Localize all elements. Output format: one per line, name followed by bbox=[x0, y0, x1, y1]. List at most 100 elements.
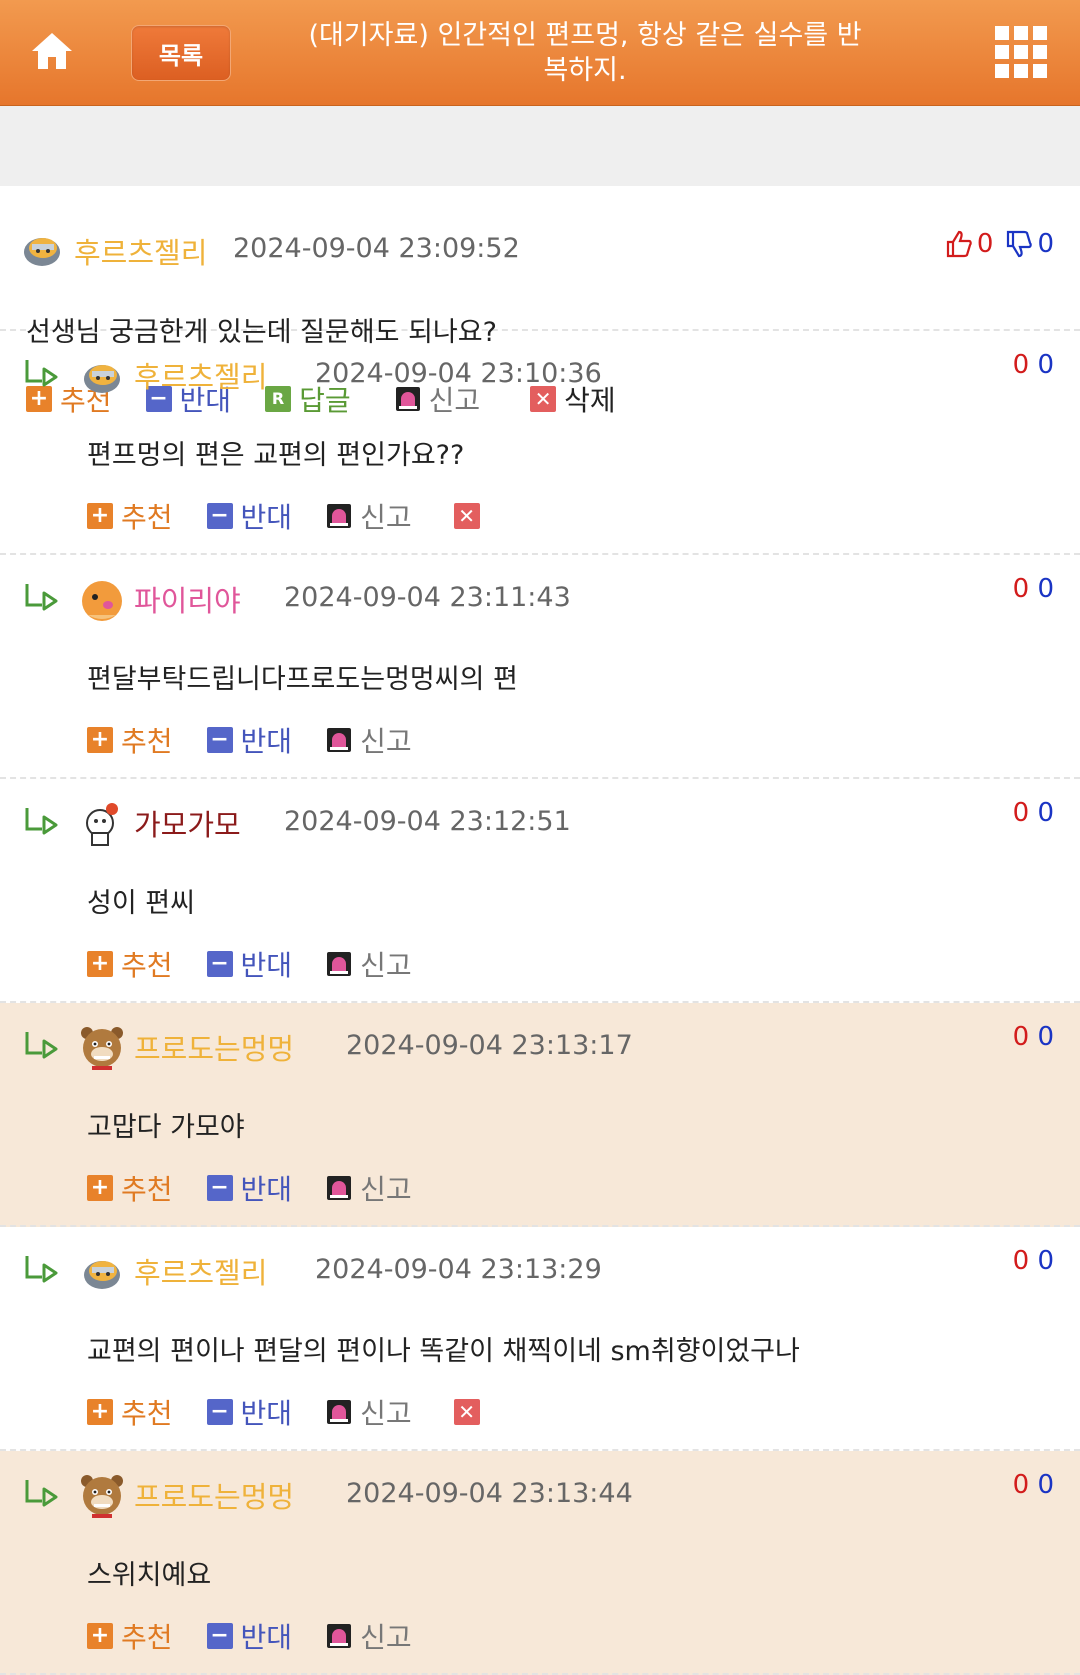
up-count[interactable]: 0 bbox=[1013, 798, 1030, 828]
siren-icon bbox=[327, 952, 352, 976]
comment-nick[interactable]: 프로도는멍멍 bbox=[134, 1474, 294, 1516]
comment-nick[interactable]: 가모가모 bbox=[134, 802, 241, 844]
post-nick[interactable]: 후르츠젤리 bbox=[74, 230, 207, 272]
list-button[interactable]: 목록 bbox=[131, 25, 231, 81]
comment-actions: + 추천 − 반대 신고 ✕ bbox=[87, 496, 522, 536]
comment-item: 프로도는멍멍 2024-09-04 23:13:17 0 0 고맙다 가모야 +… bbox=[0, 1003, 1080, 1227]
comment-date: 2024-09-04 23:13:44 bbox=[346, 1478, 633, 1509]
comment-nick[interactable]: 파이리야 bbox=[134, 578, 241, 620]
comment-body: 편프멍의 편은 교편의 편인가요?? bbox=[87, 440, 465, 471]
down-count[interactable]: 0 bbox=[1037, 1022, 1054, 1052]
report-button[interactable]: 신고 bbox=[326, 496, 412, 536]
comment-votes: 0 0 bbox=[1013, 1022, 1054, 1052]
oppose-button[interactable]: − 반대 bbox=[206, 1392, 293, 1432]
delete-button[interactable]: ✕ bbox=[453, 1399, 488, 1425]
recommend-button[interactable]: + 추천 bbox=[87, 496, 173, 536]
reply-arrow-icon bbox=[25, 584, 58, 611]
siren-icon bbox=[327, 1624, 352, 1648]
report-label: 신고 bbox=[360, 1621, 412, 1654]
oppose-label: 반대 bbox=[240, 1397, 293, 1430]
minus-icon: − bbox=[206, 951, 233, 977]
minus-icon: − bbox=[206, 727, 233, 753]
thumbs-down-icon[interactable] bbox=[1005, 229, 1033, 259]
post-meta-bar bbox=[0, 106, 1080, 186]
comment-body: 스위치예요 bbox=[87, 1560, 212, 1591]
plus-icon: + bbox=[87, 503, 113, 529]
post: 후르츠젤리 2024-09-04 23:09:52 0 0 선생님 궁금한게 있… bbox=[0, 106, 1080, 417]
report-button[interactable]: 신고 bbox=[326, 1392, 412, 1432]
recommend-label: 추천 bbox=[121, 501, 173, 534]
comment-votes: 0 0 bbox=[1013, 1246, 1054, 1276]
recommend-button[interactable]: + 추천 bbox=[87, 944, 173, 984]
grid-menu-icon[interactable] bbox=[995, 26, 1047, 78]
up-count[interactable]: 0 bbox=[1013, 1470, 1030, 1500]
oppose-button[interactable]: − 반대 bbox=[206, 496, 293, 536]
avatar bbox=[81, 1027, 123, 1070]
comment-actions: + 추천 − 반대 신고 bbox=[87, 1616, 454, 1656]
comment-nick[interactable]: 후르츠젤리 bbox=[134, 1250, 267, 1292]
recommend-button[interactable]: + 추천 bbox=[87, 720, 173, 760]
comment-date: 2024-09-04 23:13:29 bbox=[315, 1254, 602, 1285]
delete-button[interactable]: ✕ bbox=[453, 503, 488, 529]
reply-arrow-icon bbox=[25, 1480, 58, 1507]
down-count: 0 bbox=[1037, 229, 1054, 259]
up-count[interactable]: 0 bbox=[1013, 350, 1030, 380]
siren-icon bbox=[327, 728, 352, 752]
recommend-label: 추천 bbox=[121, 1397, 173, 1430]
reply-arrow-icon bbox=[25, 1032, 58, 1059]
comment-actions: + 추천 − 반대 신고 ✕ bbox=[87, 1392, 522, 1432]
comment-item: 후르츠젤리 2024-09-04 23:10:36 0 0 편프멍의 편은 교편… bbox=[0, 331, 1080, 555]
comment-votes: 0 0 bbox=[1013, 350, 1054, 380]
down-count[interactable]: 0 bbox=[1037, 574, 1054, 604]
oppose-button[interactable]: − 반대 bbox=[206, 944, 292, 984]
avatar bbox=[84, 1261, 120, 1289]
oppose-button[interactable]: − 반대 bbox=[206, 1616, 292, 1656]
comment-nick[interactable]: 프로도는멍멍 bbox=[134, 1026, 294, 1068]
avatar bbox=[86, 803, 118, 846]
comment-nick[interactable]: 후르츠젤리 bbox=[134, 354, 267, 396]
report-button[interactable]: 신고 bbox=[326, 720, 412, 760]
oppose-button[interactable]: − 반대 bbox=[206, 1168, 293, 1208]
delete-x-icon: ✕ bbox=[453, 503, 480, 529]
avatar bbox=[82, 581, 122, 621]
comment-item: 후르츠젤리 2024-09-04 23:13:29 0 0 교편의 편이나 편달… bbox=[0, 1227, 1080, 1451]
comment-votes: 0 0 bbox=[1013, 798, 1054, 828]
recommend-button[interactable]: + 추천 bbox=[87, 1168, 173, 1208]
reply-arrow-icon bbox=[25, 1256, 58, 1283]
oppose-button[interactable]: − 반대 bbox=[206, 720, 293, 760]
report-button[interactable]: 신고 bbox=[326, 1616, 412, 1656]
thumbs-up-icon[interactable] bbox=[945, 229, 973, 259]
comment-date: 2024-09-04 23:13:17 bbox=[346, 1030, 633, 1061]
down-count[interactable]: 0 bbox=[1037, 798, 1054, 828]
recommend-button[interactable]: + 추천 bbox=[87, 1392, 173, 1432]
oppose-label: 반대 bbox=[240, 1173, 293, 1206]
up-count[interactable]: 0 bbox=[1013, 1246, 1030, 1276]
down-count[interactable]: 0 bbox=[1037, 350, 1054, 380]
down-count[interactable]: 0 bbox=[1037, 1470, 1054, 1500]
up-count[interactable]: 0 bbox=[1013, 574, 1030, 604]
home-icon[interactable] bbox=[28, 27, 76, 75]
report-label: 신고 bbox=[360, 1397, 412, 1430]
comment-actions: + 추천 − 반대 신고 bbox=[87, 944, 454, 984]
comment-item: 가모가모 2024-09-04 23:12:51 0 0 성이 편씨 + 추천 … bbox=[0, 779, 1080, 1003]
reply-arrow-icon bbox=[25, 360, 58, 387]
up-count: 0 bbox=[976, 229, 994, 259]
avatar bbox=[81, 1475, 123, 1518]
siren-icon bbox=[327, 504, 352, 528]
report-label: 신고 bbox=[360, 1173, 412, 1206]
up-count[interactable]: 0 bbox=[1013, 1022, 1030, 1052]
oppose-label: 반대 bbox=[240, 725, 293, 758]
plus-icon: + bbox=[87, 1623, 113, 1649]
report-button[interactable]: 신고 bbox=[326, 1168, 412, 1208]
down-count[interactable]: 0 bbox=[1037, 1246, 1054, 1276]
comment-body: 편달부탁드립니다프로도는멍멍씨의 편 bbox=[87, 664, 518, 695]
report-button[interactable]: 신고 bbox=[326, 944, 412, 984]
comment-item: 파이리야 2024-09-04 23:11:43 0 0 편달부탁드립니다프로도… bbox=[0, 555, 1080, 779]
oppose-label: 반대 bbox=[240, 501, 293, 534]
recommend-button[interactable]: + 추천 bbox=[87, 1616, 173, 1656]
recommend-label: 추천 bbox=[121, 1621, 173, 1654]
comment-date: 2024-09-04 23:10:36 bbox=[315, 358, 602, 389]
plus-icon: + bbox=[87, 1175, 113, 1201]
comment-actions: + 추천 − 반대 신고 bbox=[87, 1168, 454, 1208]
minus-icon: − bbox=[206, 503, 233, 529]
